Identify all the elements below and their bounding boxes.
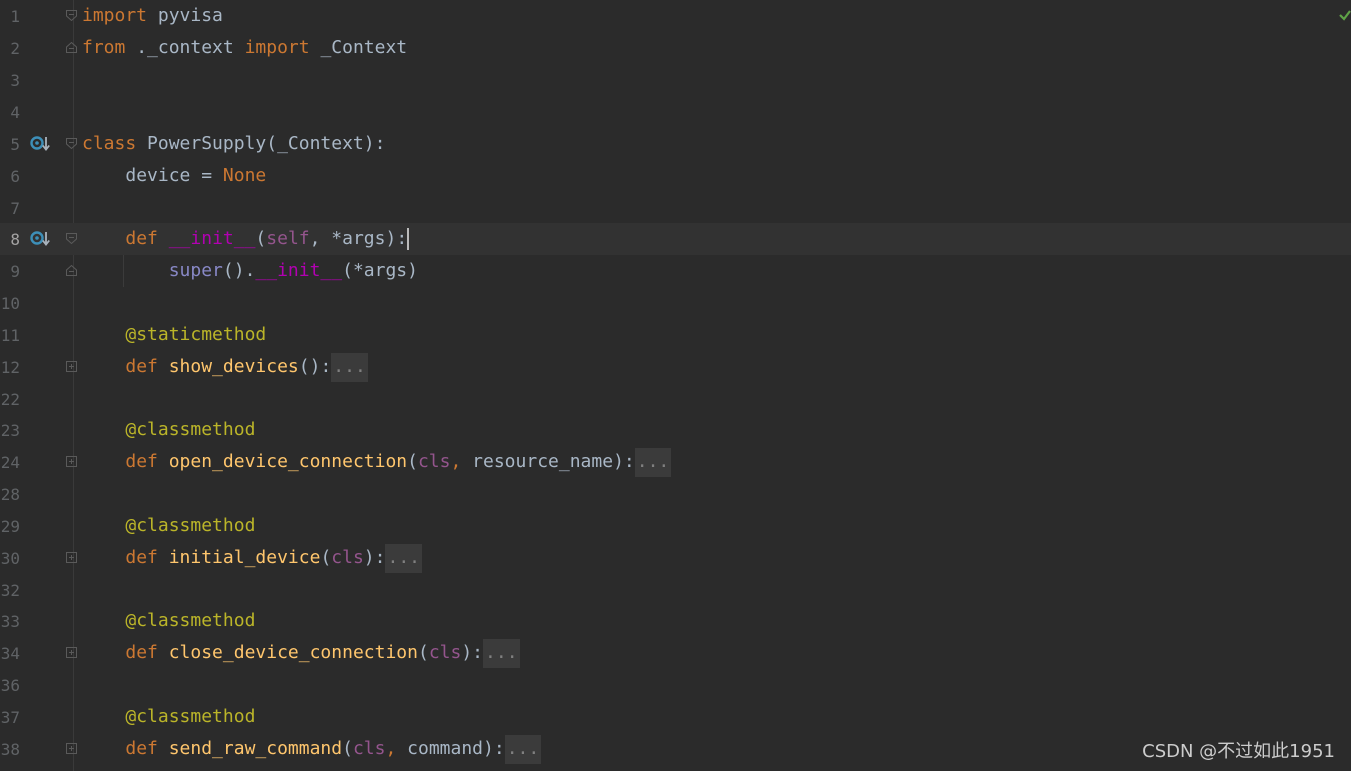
line-number: 38 <box>0 740 20 759</box>
code-line[interactable]: 4 <box>0 96 1351 128</box>
fold-toggle-icon[interactable] <box>66 265 77 276</box>
code-text: def open_device_connection(cls, resource… <box>82 448 672 477</box>
folded-code-block[interactable]: ... <box>483 639 520 668</box>
code-line[interactable]: 29 @classmethod <box>0 510 1351 542</box>
fold-toggle-icon[interactable] <box>66 10 77 21</box>
folded-code-block[interactable]: ... <box>385 544 422 573</box>
line-number: 5 <box>10 135 20 154</box>
line-number: 30 <box>0 549 20 568</box>
code-line[interactable]: 12 def show_devices():... <box>0 351 1351 383</box>
code-text: def initial_device(cls):... <box>82 544 422 573</box>
code-line[interactable]: 28 <box>0 478 1351 510</box>
code-text: def close_device_connection(cls):... <box>82 639 520 668</box>
expand-fold-icon[interactable] <box>66 361 77 372</box>
expand-fold-icon[interactable] <box>66 552 77 563</box>
line-number: 7 <box>10 199 20 218</box>
code-line[interactable]: 37 @classmethod <box>0 701 1351 733</box>
code-text: @staticmethod <box>125 324 267 345</box>
code-text: device = None <box>125 165 267 186</box>
code-line[interactable]: 23 @classmethod <box>0 414 1351 446</box>
code-line[interactable]: 3 <box>0 64 1351 96</box>
implemented-method-gutter-icon[interactable] <box>30 230 52 248</box>
line-number: 6 <box>10 167 20 186</box>
code-text: def send_raw_command(cls, command):... <box>82 735 542 764</box>
code-line[interactable]: 5 class PowerSupply(_Context): <box>0 128 1351 160</box>
code-text: super().__init__(*args) <box>168 260 418 281</box>
folded-code-block[interactable]: ... <box>634 448 672 477</box>
line-number: 24 <box>0 453 20 472</box>
code-line[interactable]: 33 @classmethod <box>0 605 1351 637</box>
line-number: 23 <box>0 421 20 440</box>
line-number: 1 <box>10 7 20 26</box>
line-number: 37 <box>0 708 20 727</box>
line-number: 3 <box>10 71 20 90</box>
code-line[interactable]: 9 super().__init__(*args) <box>0 255 1351 287</box>
code-text: @classmethod <box>125 515 256 536</box>
fold-toggle-icon[interactable] <box>66 233 77 244</box>
folded-code-block[interactable]: ... <box>331 353 368 382</box>
code-line[interactable]: 36 <box>0 669 1351 701</box>
folded-code-block[interactable]: ... <box>504 735 542 764</box>
line-number: 29 <box>0 517 20 536</box>
line-number: 33 <box>0 612 20 631</box>
code-line[interactable]: 1 import pyvisa <box>0 0 1351 32</box>
code-line[interactable]: 30 def initial_device(cls):... <box>0 542 1351 574</box>
watermark: CSDN @不过如此1951 <box>1142 741 1335 762</box>
line-number: 8 <box>10 230 20 249</box>
code-text: @classmethod <box>125 610 256 631</box>
line-number: 10 <box>0 294 20 313</box>
code-line[interactable]: 7 <box>0 192 1351 224</box>
expand-fold-icon[interactable] <box>66 647 77 658</box>
line-number: 11 <box>0 326 20 345</box>
code-line[interactable]: 22 <box>0 383 1351 415</box>
line-number: 9 <box>10 262 20 281</box>
code-line[interactable]: 2 from ._context import _Context <box>0 32 1351 64</box>
code-text: def show_devices():... <box>82 353 368 382</box>
line-number: 36 <box>0 676 20 695</box>
code-line[interactable]: 34 def close_device_connection(cls):... <box>0 637 1351 669</box>
code-line[interactable]: 6 device = None <box>0 160 1351 192</box>
code-text: @classmethod <box>125 419 256 440</box>
expand-fold-icon[interactable] <box>66 456 77 467</box>
line-number: 34 <box>0 644 20 663</box>
line-number: 28 <box>0 485 20 504</box>
code-text: from ._context import _Context <box>82 37 408 58</box>
line-number: 12 <box>0 358 20 377</box>
line-number: 2 <box>10 39 20 58</box>
fold-toggle-icon[interactable] <box>66 138 77 149</box>
line-number: 4 <box>10 103 20 122</box>
code-editor[interactable]: 1 import pyvisa 2 from ._context import … <box>0 0 1351 771</box>
code-text: class PowerSupply(_Context): <box>82 133 386 154</box>
code-text: @classmethod <box>125 706 256 727</box>
code-line[interactable]: 24 def open_device_connection(cls, resou… <box>0 446 1351 478</box>
code-text: import pyvisa <box>82 5 223 26</box>
text-cursor <box>407 228 410 250</box>
code-text: def __init__(self, *args): <box>125 228 410 250</box>
code-line-current[interactable]: 8 def __init__(self, *args): <box>0 223 1351 255</box>
expand-fold-icon[interactable] <box>66 743 77 754</box>
line-number: 32 <box>0 581 20 600</box>
implemented-method-gutter-icon[interactable] <box>30 135 52 153</box>
code-line[interactable]: 10 <box>0 287 1351 319</box>
line-number: 22 <box>0 390 20 409</box>
code-line[interactable]: 11 @staticmethod <box>0 319 1351 351</box>
fold-toggle-icon[interactable] <box>66 42 77 53</box>
code-line[interactable]: 32 <box>0 574 1351 606</box>
